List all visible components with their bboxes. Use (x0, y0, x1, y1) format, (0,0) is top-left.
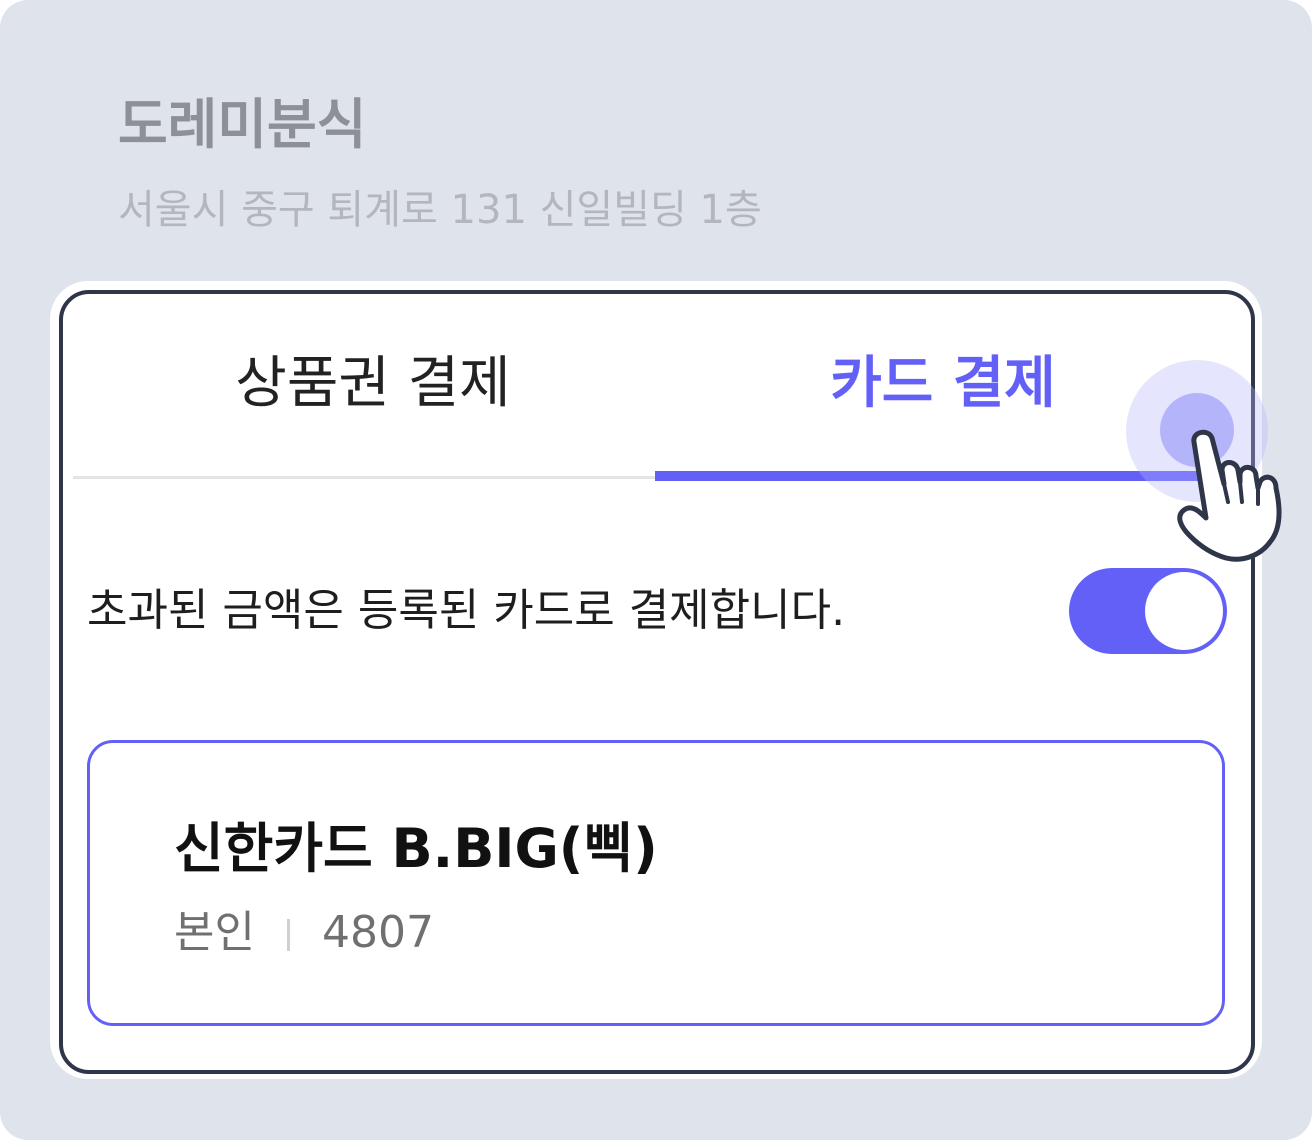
card-owner: 본인 (174, 907, 255, 958)
meta-divider (286, 919, 290, 951)
toggle-knob (1145, 572, 1223, 650)
card-name: 신한카드 B.BIG(삑) (174, 817, 658, 880)
tab-active-indicator (655, 471, 1203, 481)
store-name: 도레미분식 (118, 93, 367, 156)
payment-method-panel: 상품권 결제 카드 결제 초과된 금액은 등록된 카드로 결제합니다. 신한카드… (59, 290, 1255, 1074)
tab-card-payment[interactable]: 카드 결제 (693, 344, 1193, 424)
overflow-payment-toggle[interactable] (1069, 568, 1227, 654)
store-address: 서울시 중구 퇴계로 131 신일빌딩 1층 (118, 187, 762, 233)
overflow-payment-label: 초과된 금액은 등록된 카드로 결제합니다. (87, 585, 846, 636)
registered-card-item[interactable]: 신한카드 B.BIG(삑) 본인 4807 (87, 740, 1225, 1026)
card-meta: 본인 4807 (174, 903, 434, 963)
payment-screen: 도레미분식 서울시 중구 퇴계로 131 신일빌딩 1층 상품권 결제 카드 결… (0, 0, 1312, 1140)
card-last-digits: 4807 (321, 907, 434, 958)
tab-voucher-payment[interactable]: 상품권 결제 (123, 344, 623, 424)
